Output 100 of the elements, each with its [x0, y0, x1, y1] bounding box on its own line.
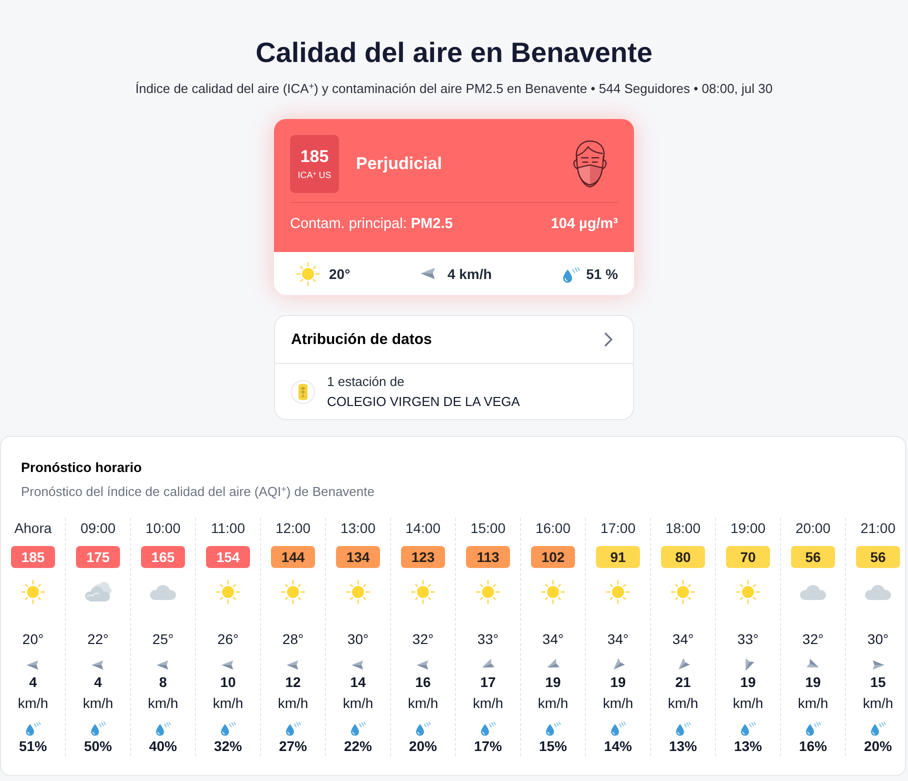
droplet-icon: [870, 720, 886, 736]
droplet-icon: [480, 720, 496, 736]
wind-speed: 10: [220, 673, 236, 692]
droplet-icon: [562, 264, 580, 282]
temperature-value: 20°: [329, 266, 350, 282]
temperature-value: 28°: [282, 630, 304, 649]
droplet-icon: [285, 720, 301, 736]
hour-label: 16:00: [535, 519, 571, 538]
wind-speed: 16: [415, 673, 431, 692]
aqi-badge: 134: [336, 546, 380, 568]
aqi-badge: 185: [11, 546, 55, 568]
humidity-value: 22%: [344, 737, 372, 756]
droplet-icon: [155, 720, 171, 736]
wind-speed: 19: [545, 673, 561, 692]
aqi-badge: 102: [531, 546, 575, 568]
temperature-value: 30°: [867, 630, 889, 649]
hour-label: Ahora: [14, 519, 52, 538]
pollutant-label: Contam. principal: PM2.5: [290, 215, 453, 234]
wind-speed: 15: [870, 673, 886, 692]
hour-label: 10:00: [145, 519, 181, 538]
hour-label: 13:00: [340, 519, 376, 538]
chevron-right-icon: [604, 332, 613, 347]
aqi-badge: 113: [466, 546, 510, 568]
humidity-value: 14%: [604, 737, 632, 756]
speed-unit: km/h: [342, 694, 374, 713]
wind-speed: 17: [480, 673, 496, 692]
speed-unit: km/h: [862, 694, 894, 713]
droplet-icon: [805, 720, 821, 736]
sun-icon: [671, 580, 695, 604]
wind-speed: 21: [675, 673, 691, 692]
temperature-value: 33°: [477, 630, 499, 649]
wind-speed: 4: [29, 673, 37, 692]
humidity-value: 32%: [214, 737, 242, 756]
concentration-value: 104 µg/m³: [550, 215, 618, 234]
status-label: Perjudicial: [356, 153, 442, 175]
wind-speed: 19: [610, 673, 626, 692]
hour-label: 09:00: [80, 519, 116, 538]
temperature-value: 22°: [87, 630, 109, 649]
temperature-value: 25°: [152, 630, 174, 649]
speed-unit: km/h: [668, 694, 698, 713]
hour-label: 12:00: [275, 519, 311, 538]
page-subtitle: Índice de calidad del aire (ICA$^{+}$) y contaminación del aire PM2.5 en Benavente • 544 Seguidores • 08:00, jul 30: [135, 80, 773, 98]
speed-unit: km/h: [602, 694, 634, 713]
humidity-value: 13%: [668, 737, 698, 756]
humidity-value: 40%: [148, 737, 178, 756]
speed-unit: km/h: [82, 694, 114, 713]
temperature-value: 33°: [737, 630, 759, 649]
forecast-title: Pronóstico horario: [21, 459, 142, 477]
aqi-badge: 123: [401, 546, 445, 568]
temperature-value: 32°: [802, 630, 824, 649]
temperature-value: 34°: [672, 630, 694, 649]
wind-arrow-icon: [420, 265, 438, 282]
humidity-value: 13%: [734, 737, 762, 756]
sun-icon: [606, 580, 630, 604]
aqi-badge: 91: [596, 546, 640, 568]
sun-icon: [296, 262, 320, 286]
humidity-value: 51%: [18, 737, 48, 756]
temperature-value: 20°: [22, 630, 44, 649]
droplet-icon: [25, 720, 41, 736]
wind-arrow-icon: [351, 658, 365, 672]
clouds-icon: [84, 582, 112, 602]
humidity-value: 20%: [408, 737, 438, 756]
sun-icon: [281, 580, 305, 604]
humidity-value: 50%: [84, 737, 112, 756]
droplet-icon: [675, 720, 691, 736]
hour-label: 17:00: [600, 519, 636, 538]
droplet-icon: [90, 720, 106, 736]
aqi-badge: 56: [791, 546, 835, 568]
sun-icon: [346, 580, 370, 604]
cloud-icon: [800, 584, 826, 600]
temperature-value: 34°: [607, 630, 629, 649]
sun-icon: [476, 580, 500, 604]
humidity-value: 27%: [278, 737, 308, 756]
temperature-value: 26°: [217, 630, 239, 649]
wind-arrow-icon: [221, 658, 235, 672]
aqi-scale-label: ICA$^{+}$ US: [298, 169, 332, 181]
hour-label: 15:00: [470, 519, 506, 538]
aqi-value: 185: [300, 147, 329, 167]
cloud-icon: [150, 584, 176, 600]
page-title: Calidad del aire en Benavente: [256, 36, 652, 70]
speed-unit: km/h: [408, 694, 438, 713]
speed-unit: km/h: [472, 694, 504, 713]
sun-icon: [21, 580, 45, 604]
droplet-icon: [610, 720, 626, 736]
droplet-icon: [415, 720, 431, 736]
hour-label: 19:00: [730, 519, 766, 538]
forecast-subtitle: Pronóstico del índice de calidad del aire (AQI$^{+}$) de Benavente: [21, 483, 374, 501]
aqi-badge: 144: [271, 546, 315, 568]
aqi-badge: 70: [726, 546, 770, 568]
speed-unit: km/h: [212, 694, 244, 713]
speed-unit: km/h: [538, 694, 568, 713]
aqi-badge: 80: [661, 546, 705, 568]
humidity-value: 51 %: [586, 266, 618, 282]
attribution-button[interactable]: Atribución de datos: [275, 316, 633, 364]
droplet-icon: [740, 720, 756, 736]
droplet-icon: [220, 720, 236, 736]
temperature-value: 30°: [347, 630, 369, 649]
hour-label: 20:00: [795, 519, 831, 538]
humidity-value: 15%: [538, 737, 568, 756]
sun-icon: [216, 580, 240, 604]
